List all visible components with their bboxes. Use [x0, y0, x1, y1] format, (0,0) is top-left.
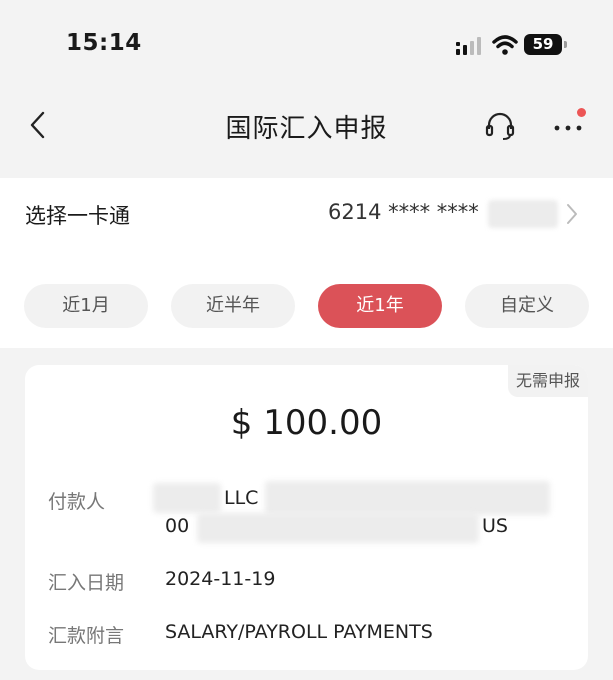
card-select-panel: 选择一卡通 6214 **** **** 近1月 近半年 近1年 自定义 — [0, 178, 613, 348]
filter-1-month[interactable]: 近1月 — [24, 284, 148, 328]
filter-half-year[interactable]: 近半年 — [171, 284, 295, 328]
notification-dot — [577, 108, 586, 117]
redacted-card-digits — [488, 200, 558, 228]
remittance-record-card[interactable]: 无需申报 $ 100.00 付款人 LLC 00 US 汇入日期 2024-11… — [25, 365, 588, 670]
amount: $ 100.00 — [230, 403, 383, 443]
redacted-payer-address — [197, 513, 479, 543]
filter-custom[interactable]: 自定义 — [465, 284, 589, 328]
redacted-payer-name-2 — [265, 481, 550, 515]
page-title: 国际汇入申报 — [225, 114, 388, 144]
status-badge: 无需申报 — [507, 365, 588, 397]
date-range-filters: 近1月 近半年 近1年 自定义 — [24, 284, 590, 328]
nav-bar: 国际汇入申报 — [0, 90, 613, 166]
filter-1-year[interactable]: 近1年 — [318, 284, 442, 328]
chevron-right-icon[interactable] — [565, 202, 579, 226]
payer-label: 付款人 — [48, 491, 106, 513]
payer-line-2-start: 00 — [165, 515, 190, 537]
payer-line-2-end: US — [482, 515, 508, 537]
redacted-payer-name — [153, 483, 221, 513]
battery-icon: 59 — [524, 34, 562, 55]
card-number[interactable]: 6214 **** **** — [328, 200, 479, 224]
card-select-label[interactable]: 选择一卡通 — [25, 200, 130, 230]
battery-cap — [564, 41, 567, 48]
memo-value: SALARY/PAYROLL PAYMENTS — [165, 621, 433, 643]
status-time: 15:14 — [66, 30, 142, 56]
wifi-icon — [492, 35, 518, 55]
memo-label: 汇款附言 — [48, 625, 125, 647]
cellular-signal-icon — [456, 37, 481, 55]
date-value: 2024-11-19 — [165, 568, 276, 590]
payer-line-1: LLC — [224, 487, 259, 509]
headset-icon[interactable] — [484, 110, 516, 142]
date-label: 汇入日期 — [48, 572, 125, 594]
status-bar: 15:14 59 — [0, 0, 613, 90]
